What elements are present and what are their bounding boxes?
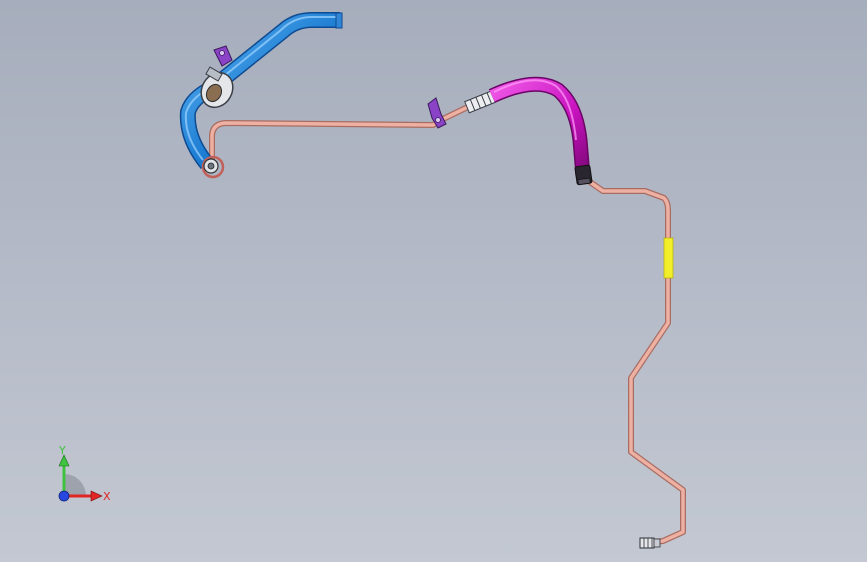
lower-end-fitting[interactable] — [201, 155, 225, 179]
z-axis-dot — [58, 490, 70, 502]
crimp-ferrule[interactable] — [464, 90, 496, 114]
magenta-hose[interactable] — [488, 76, 591, 177]
marker-band[interactable] — [663, 237, 674, 279]
y-axis-label: Y — [58, 444, 66, 457]
rigid-tube[interactable] — [209, 103, 686, 546]
x-axis-arrowhead — [90, 490, 103, 502]
upper-mounting-clip[interactable] — [213, 45, 233, 67]
cad-3d-viewport[interactable]: Y X — [0, 0, 867, 562]
bottom-tube-nut[interactable] — [639, 537, 661, 549]
magenta-hose-end-fitting[interactable] — [574, 164, 593, 186]
x-axis-label: X — [103, 490, 111, 503]
orientation-triad: Y X — [58, 444, 111, 503]
hose-tube-assembly-model[interactable] — [0, 0, 867, 562]
